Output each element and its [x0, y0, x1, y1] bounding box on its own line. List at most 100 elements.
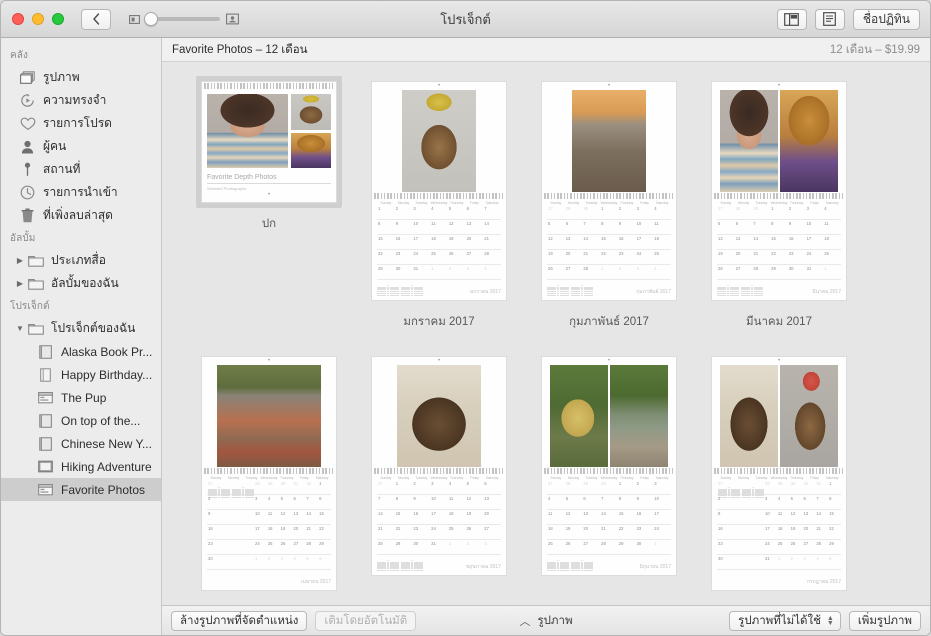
sidebar-item-photos[interactable]: รูปภาพ [1, 66, 161, 89]
project-page-cell[interactable]: • Sunday Monday Tuesday Wednesday Thursd… [184, 351, 354, 596]
date-cell: 10 [412, 220, 431, 235]
calendar-month-page[interactable]: • Sunday Monday Tuesday Wednesday Thursd… [202, 357, 336, 591]
calendar-month-page[interactable]: • Sunday Monday Tuesday Wednesday Thursd… [372, 82, 506, 301]
date-cell: 21 [305, 525, 319, 541]
month-photo-area[interactable] [202, 365, 336, 468]
page-selection-wrap[interactable]: • Sunday Monday Tuesday Wednesday Thursd… [706, 76, 852, 306]
sidebar-item-hiking-adventure[interactable]: Hiking Adventure [1, 455, 161, 478]
date-cell: 8 [770, 220, 788, 235]
month-photo-slot[interactable] [396, 365, 482, 468]
chevron-down-icon[interactable]: ▼ [15, 324, 25, 333]
date-cell: 29 [776, 480, 790, 496]
month-photo-slot[interactable] [720, 90, 778, 192]
sidebar-item-my-albums[interactable]: ▶ อัลบั้มของฉัน [1, 272, 161, 295]
autofill-button[interactable]: เติมโดยอัตโนมัติ [315, 610, 417, 631]
sidebar-item-happy-birthday[interactable]: Happy Birthday... [1, 363, 161, 386]
month-photo-area[interactable] [372, 90, 506, 192]
calendar-month-page[interactable]: • Sunday Monday Tuesday Wednesday Thursd… [712, 357, 846, 591]
sidebar-item-my-projects[interactable]: ▼ โปรเจ็กต์ของฉัน [1, 317, 161, 340]
project-page-cell[interactable]: • Sunday Monday Tuesday Wednesday Thursd… [524, 351, 694, 596]
month-photo-slot[interactable] [780, 90, 838, 192]
cover-subtitle[interactable]: Selected Photographs [207, 186, 331, 191]
page-selection-wrap[interactable]: • Sunday Monday Tuesday Wednesday Thursd… [366, 76, 512, 306]
mini-month-calendars: •••• •••• [547, 559, 593, 572]
date-cell: 17 [764, 525, 777, 541]
sidebar-item-alaska-book[interactable]: Alaska Book Pr... [1, 340, 161, 363]
month-footer: •••• •••• มีนาคม 2017 [712, 284, 846, 300]
date-cell: 26 [717, 265, 735, 280]
sidebar-item-memories[interactable]: ความทรงจำ [1, 89, 161, 112]
clear-placed-photos-button[interactable]: ล้างรูปภาพที่จัดตำแหน่ง [171, 610, 308, 631]
month-photo-slot[interactable] [402, 90, 476, 192]
month-photo-slot[interactable] [720, 365, 778, 468]
date-cell: 21 [377, 525, 395, 541]
project-page-cell[interactable]: • Sunday Monday Tuesday Wednesday Thursd… [694, 76, 864, 328]
page-selection-wrap[interactable]: • Sunday Monday Tuesday Wednesday Thursd… [366, 351, 512, 581]
month-photo-area[interactable] [542, 90, 676, 192]
month-calendar-grid: Sunday Monday Tuesday Wednesday Thursday… [542, 474, 676, 559]
cover-photo-tertiary[interactable] [290, 132, 331, 168]
month-photo-area[interactable] [712, 365, 846, 468]
photo-curly-portrait [207, 94, 288, 168]
calendar-month-page[interactable]: • Sunday Monday Tuesday Wednesday Thursd… [542, 357, 676, 576]
date-cell: 7 [752, 220, 771, 235]
calendar-month-page[interactable]: • Sunday Monday Tuesday Wednesday Thursd… [372, 357, 506, 576]
calendar-month-page[interactable]: • Sunday Monday Tuesday Wednesday Thursd… [542, 82, 676, 301]
date-cell: 30 [635, 540, 654, 556]
cover-title[interactable]: Favorite Depth Photos [207, 174, 331, 184]
spiral-binding [372, 192, 506, 199]
month-photo-area[interactable] [542, 365, 676, 468]
project-canvas[interactable]: Favorite Depth Photos Selected Photograp… [162, 62, 930, 605]
month-photo-area[interactable] [372, 365, 506, 468]
calendar-month-page[interactable]: • Sunday Monday Tuesday Wednesday Thursd… [712, 82, 846, 301]
stepper-icon[interactable]: ▲ ▼ [827, 615, 834, 627]
project-page-cell[interactable]: • Sunday Monday Tuesday Wednesday Thursd… [694, 351, 864, 596]
date-cell: 27 [734, 265, 753, 280]
date-cell: 22 [600, 250, 618, 265]
sidebar-item-recently-deleted[interactable]: ที่เพิ่งลบล่าสุด [1, 204, 161, 227]
calendar-cover-page[interactable]: Favorite Depth Photos Selected Photograp… [202, 82, 336, 202]
month-photo-slot[interactable] [217, 365, 321, 468]
sidebar-item-on-top-of-the[interactable]: On top of the... [1, 409, 161, 432]
date-cell: 12 [447, 220, 466, 235]
chevron-right-icon[interactable]: ▶ [15, 279, 25, 288]
sidebar-item-chinese-new-year[interactable]: Chinese New Y... [1, 432, 161, 455]
sidebar-item-imports[interactable]: รายการนำเข้า [1, 181, 161, 204]
add-photos-button[interactable]: เพิ่มรูปภาพ [848, 610, 921, 631]
date-cell: 22 [394, 525, 413, 541]
month-photo-slot[interactable] [780, 365, 838, 468]
project-page-cell[interactable]: • Sunday Monday Tuesday Wednesday Thursd… [354, 351, 524, 596]
page-selection-wrap[interactable]: • Sunday Monday Tuesday Wednesday Thursd… [196, 351, 342, 596]
sidebar-item-favorite-photos[interactable]: Favorite Photos [1, 478, 161, 501]
sidebar-item-people[interactable]: ผู้คน [1, 135, 161, 158]
project-page-cell[interactable]: Favorite Depth Photos Selected Photograp… [184, 76, 354, 327]
photo-girl-in-hammock [550, 365, 608, 468]
month-photo-layout [720, 90, 838, 192]
cover-photo-secondary[interactable] [290, 94, 331, 130]
date-cell: 1 [377, 205, 395, 220]
cover-photo-main[interactable] [207, 94, 288, 168]
project-page-cell[interactable]: • Sunday Monday Tuesday Wednesday Thursd… [354, 76, 524, 328]
date-cell: 18 [447, 510, 466, 526]
month-name-label: พฤษภาคม 2017 [466, 564, 501, 571]
page-selection-wrap[interactable]: • Sunday Monday Tuesday Wednesday Thursd… [536, 76, 682, 306]
photo-filter-popup[interactable]: รูปภาพที่ไม่ได้ใช้ ▲ ▼ [729, 610, 841, 631]
cover-photo-collage[interactable] [207, 94, 331, 168]
month-photo-slot[interactable] [550, 365, 608, 468]
page-selection-wrap[interactable]: Favorite Depth Photos Selected Photograp… [196, 76, 342, 208]
chevron-right-icon[interactable]: ▶ [15, 256, 25, 265]
sidebar-item-label: ประเภทสื่อ [51, 253, 106, 267]
sidebar-item-the-pup[interactable]: The Pup [1, 386, 161, 409]
sidebar-item-places[interactable]: สถานที่ [1, 158, 161, 181]
sidebar-item-media-types[interactable]: ▶ ประเภทสื่อ [1, 249, 161, 272]
project-page-cell[interactable]: • Sunday Monday Tuesday Wednesday Thursd… [524, 76, 694, 328]
month-photo-area[interactable] [712, 90, 846, 192]
date-cell: 10 [254, 510, 267, 526]
page-selection-wrap[interactable]: • Sunday Monday Tuesday Wednesday Thursd… [536, 351, 682, 581]
page-selection-wrap[interactable]: • Sunday Monday Tuesday Wednesday Thursd… [706, 351, 852, 596]
month-photo-slot[interactable] [572, 90, 646, 192]
sidebar-item-favorites[interactable]: รายการโปรด [1, 112, 161, 135]
date-cell: 28 [734, 205, 753, 220]
date-cell: 18 [653, 235, 671, 250]
month-photo-slot[interactable] [610, 365, 668, 468]
